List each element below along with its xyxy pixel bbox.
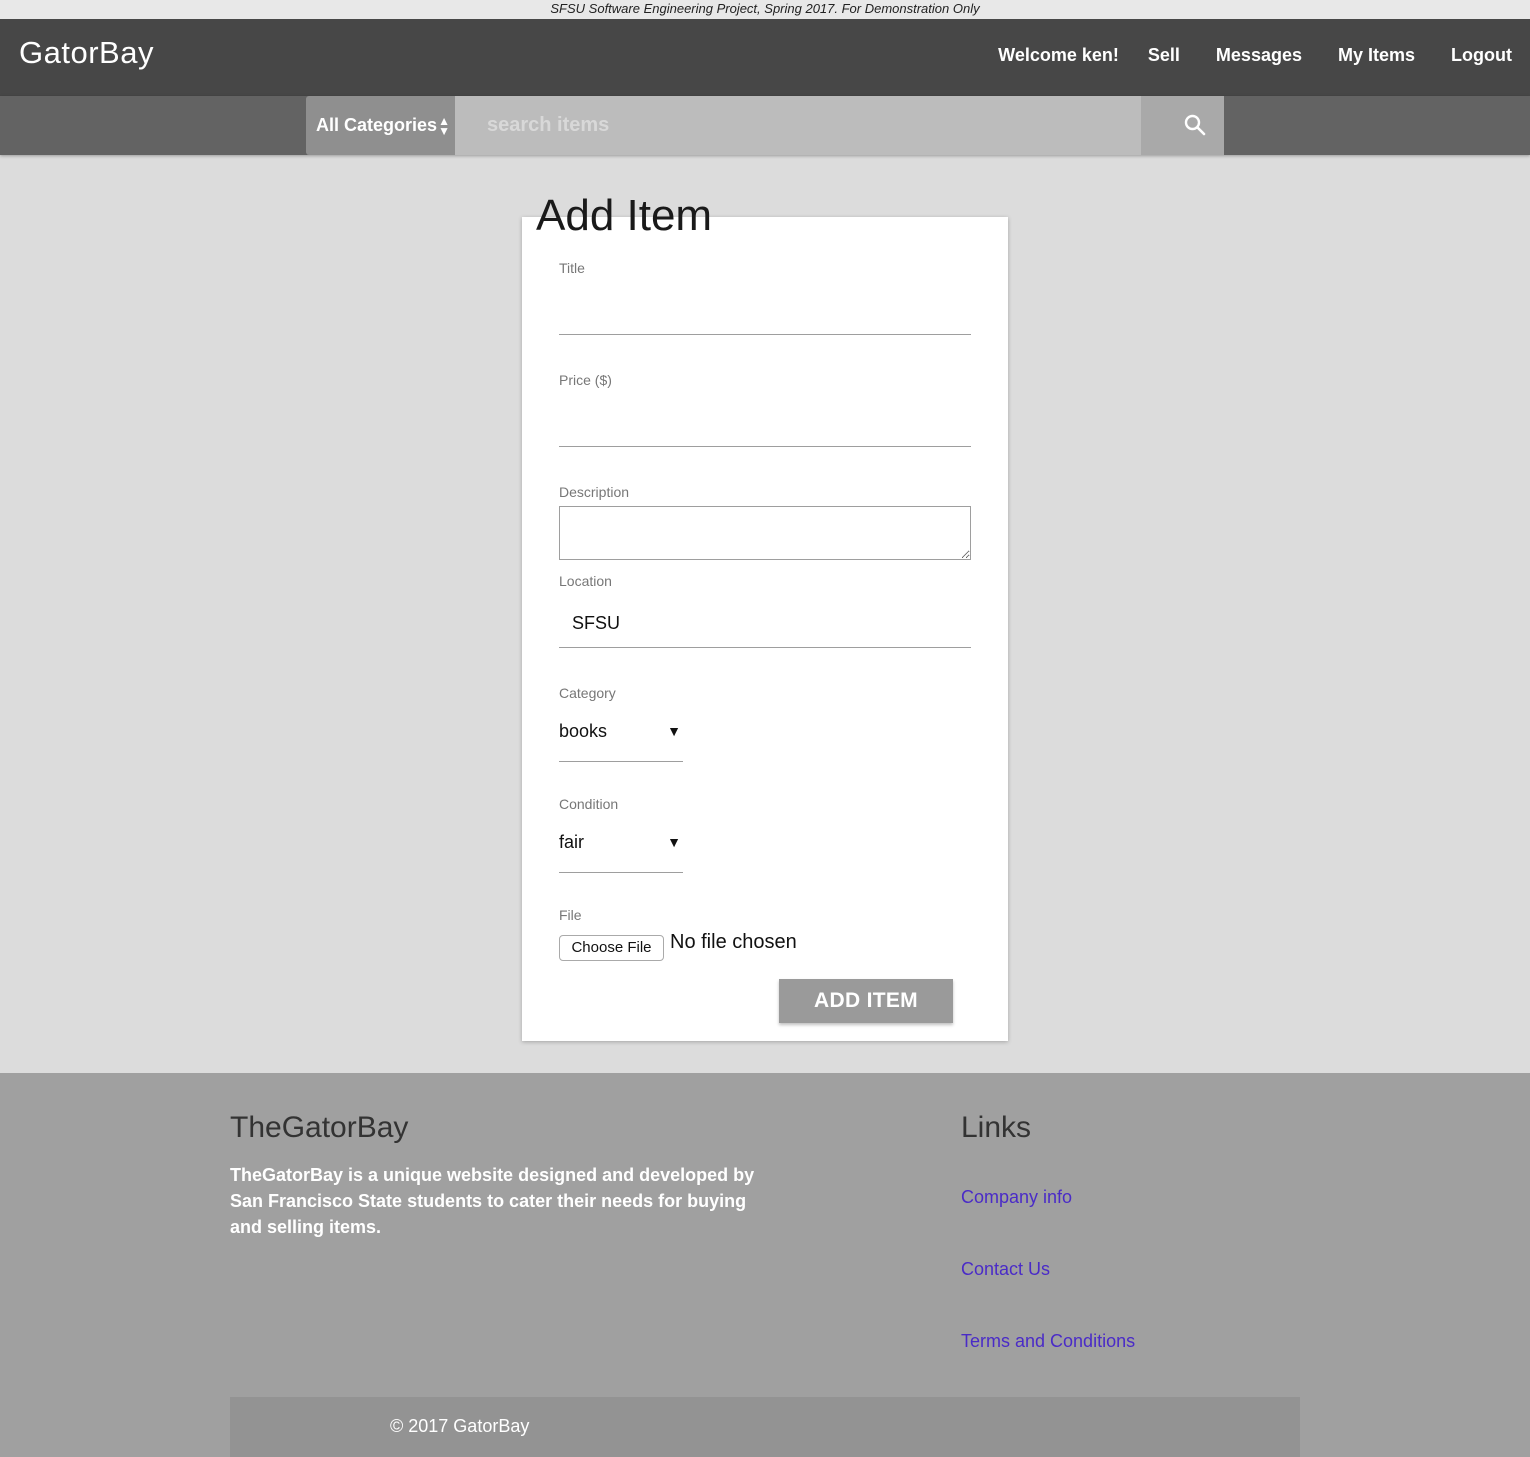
nav-welcome[interactable]: Welcome ken! (998, 45, 1119, 66)
search-button[interactable] (1141, 96, 1224, 155)
dropdown-caret-icon: ▼ (667, 834, 681, 850)
choose-file-button[interactable]: Choose File (559, 935, 664, 961)
search-input[interactable] (455, 96, 1141, 155)
nav-my-items[interactable]: My Items (1338, 45, 1415, 66)
category-filter-select[interactable]: All Categories ▲ ▼ (306, 96, 455, 155)
nav-links: Welcome ken! Sell Messages My Items Logo… (998, 45, 1512, 66)
footer-about-heading: TheGatorBay (230, 1111, 409, 1144)
footer-links-heading: Links (961, 1111, 1032, 1144)
top-navbar: GatorBay Welcome ken! Sell Messages My I… (0, 19, 1530, 96)
select-arrows-icon: ▲ ▼ (438, 114, 450, 138)
file-status-text: No file chosen (670, 931, 797, 953)
condition-label: Condition (559, 796, 619, 812)
footer: TheGatorBay TheGatorBay is a unique webs… (0, 1073, 1530, 1457)
add-item-button[interactable]: ADD ITEM (779, 979, 953, 1023)
footer-link-terms[interactable]: Terms and Conditions (961, 1331, 1135, 1352)
condition-select[interactable]: fair ▼ (559, 827, 683, 873)
add-item-card: Title Price ($) Description Location Cat… (522, 217, 1008, 1041)
search-bar: All Categories ▲ ▼ (0, 96, 1530, 155)
category-select[interactable]: books ▼ (559, 716, 683, 762)
price-input[interactable] (559, 411, 971, 447)
footer-link-company-info[interactable]: Company info (961, 1187, 1072, 1208)
dropdown-caret-icon: ▼ (667, 723, 681, 739)
title-label: Title (559, 260, 585, 276)
nav-sell[interactable]: Sell (1148, 45, 1180, 66)
price-label: Price ($) (559, 372, 612, 388)
title-input[interactable] (559, 299, 971, 335)
category-filter-value: All Categories (316, 115, 438, 135)
nav-messages[interactable]: Messages (1216, 45, 1302, 66)
description-label: Description (559, 484, 630, 500)
description-textarea[interactable] (559, 506, 971, 560)
condition-select-value: fair (559, 832, 585, 852)
demo-banner: SFSU Software Engineering Project, Sprin… (0, 0, 1530, 19)
category-select-value: books (559, 721, 608, 741)
search-icon (1184, 114, 1206, 136)
footer-about-text: TheGatorBay is a unique website designed… (230, 1165, 755, 1237)
page-title: Add Item (536, 191, 713, 240)
file-label: File (559, 907, 582, 923)
footer-link-contact-us[interactable]: Contact Us (961, 1259, 1050, 1280)
copyright-text: © 2017 GatorBay (390, 1416, 530, 1436)
brand-logo[interactable]: GatorBay (19, 35, 154, 71)
location-input[interactable] (559, 600, 971, 648)
location-label: Location (559, 573, 612, 589)
nav-logout[interactable]: Logout (1451, 45, 1512, 66)
copyright-bar: © 2017 GatorBay (230, 1397, 1300, 1457)
category-label: Category (559, 685, 616, 701)
